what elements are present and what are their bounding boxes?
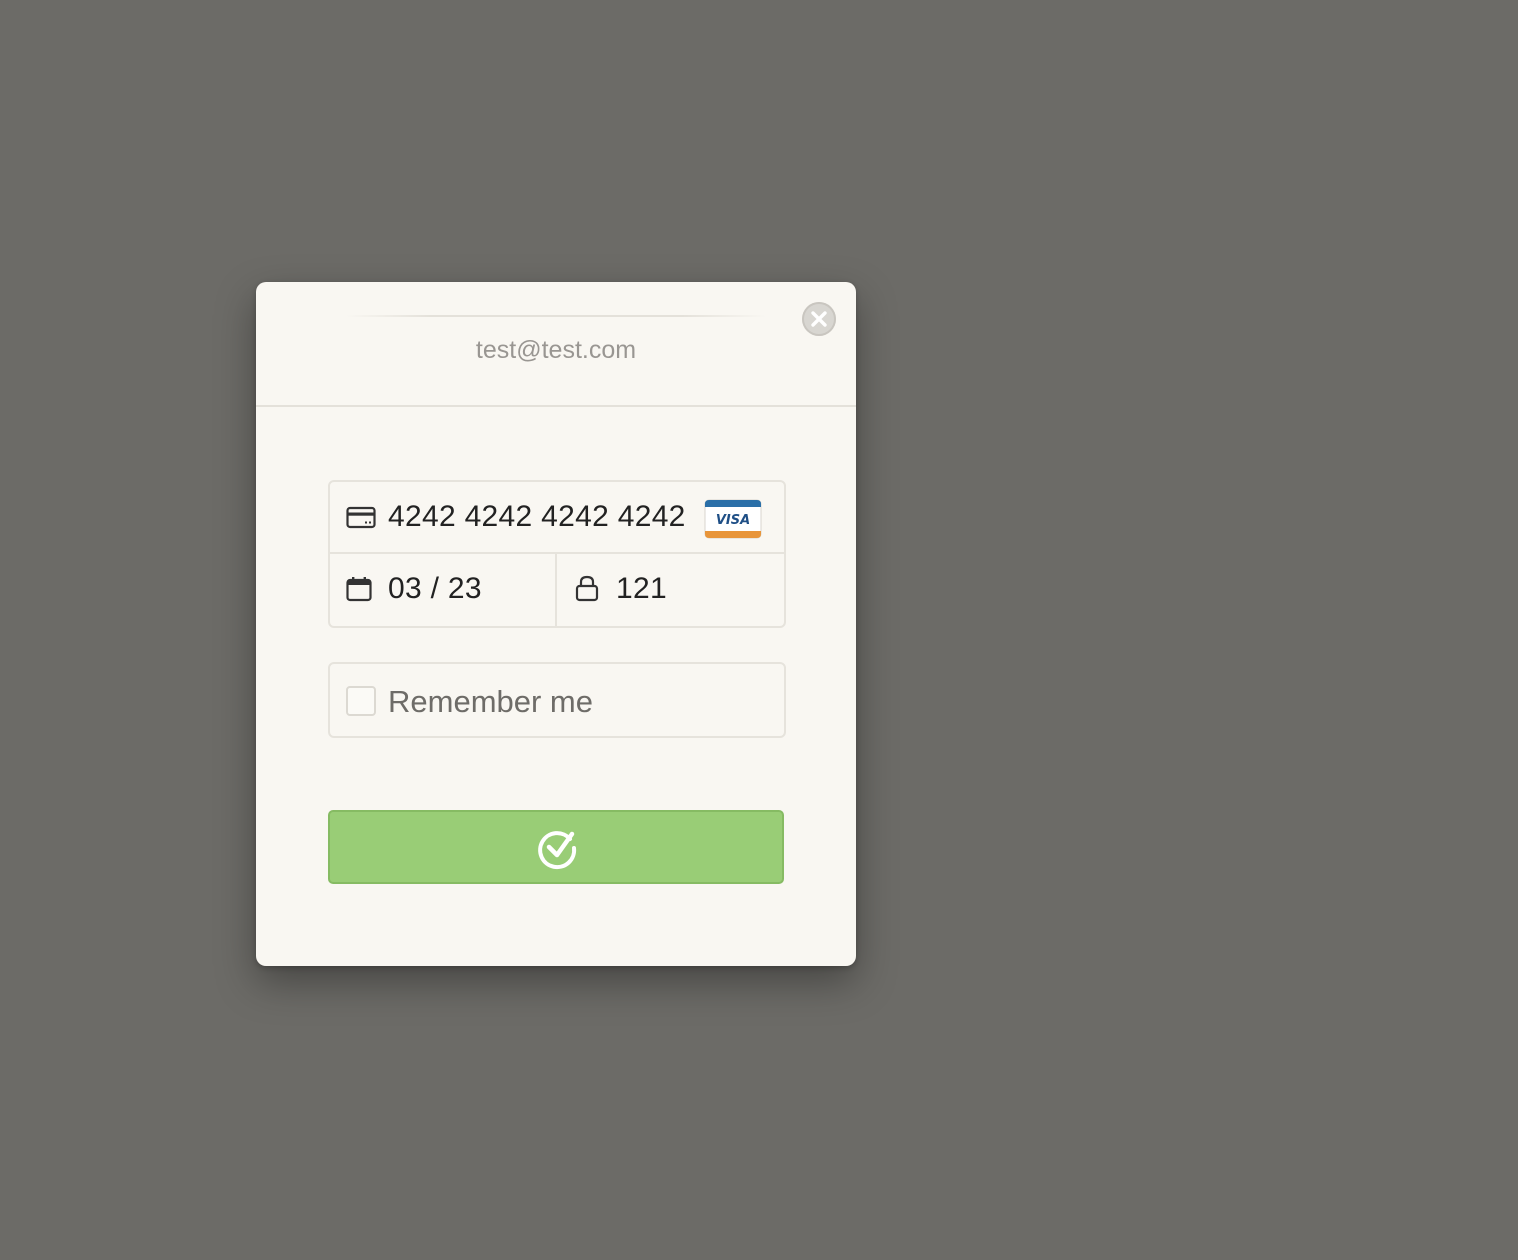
remember-me-option[interactable]: Remember me [328, 662, 786, 738]
expiry-field[interactable]: 03 / 23 [330, 554, 557, 626]
expiry-value: 03 / 23 [388, 572, 482, 605]
dialog-header: test@test.com [256, 282, 856, 407]
credit-card-icon [346, 506, 376, 529]
remember-me-checkbox[interactable] [346, 686, 376, 716]
submit-payment-button[interactable] [328, 810, 784, 884]
cvc-field[interactable]: 121 [557, 554, 784, 626]
account-email: test@test.com [475, 336, 637, 364]
payment-dialog: test@test.com 4242 4242 4242 4242 VISA 0… [256, 282, 856, 966]
card-details-group: 4242 4242 4242 4242 VISA 03 / 23 121 [328, 480, 786, 628]
calendar-icon [346, 577, 372, 602]
card-brand-text: VISA [716, 513, 750, 528]
checkmark-circle-icon [538, 831, 577, 870]
remember-me-label: Remember me [388, 684, 593, 719]
lock-icon [575, 575, 599, 602]
close-icon [811, 311, 827, 327]
visa-logo-icon: VISA [704, 499, 762, 539]
cvc-value: 121 [616, 572, 667, 605]
card-number-field[interactable]: 4242 4242 4242 4242 VISA [330, 482, 784, 554]
card-number-value: 4242 4242 4242 4242 [388, 500, 686, 533]
header-divider [346, 315, 766, 317]
close-button[interactable] [802, 302, 836, 336]
